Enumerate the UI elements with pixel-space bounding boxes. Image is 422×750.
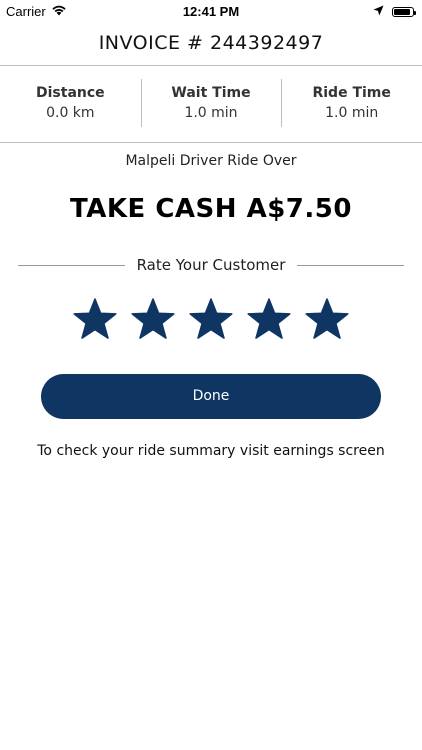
stat-label: Distance xyxy=(36,85,105,101)
stat-value: 1.0 min xyxy=(184,105,238,121)
battery-icon xyxy=(392,6,416,17)
stat-wait-time: Wait Time 1.0 min xyxy=(140,66,282,142)
ride-status-text: Malpeli Driver Ride Over xyxy=(125,153,297,169)
star-icon[interactable] xyxy=(131,297,175,341)
star-icon[interactable] xyxy=(73,297,117,341)
ride-complete-screen: Carrier 12:41 PM INVOICE # 244392497 Dis… xyxy=(0,0,422,750)
status-time: 12:41 PM xyxy=(182,4,240,19)
status-bar: Carrier 12:41 PM xyxy=(0,0,422,22)
status-right xyxy=(373,4,416,19)
stat-label: Ride Time xyxy=(312,85,391,101)
rate-customer-header: Rate Your Customer xyxy=(18,254,405,276)
ride-stats: Distance 0.0 km Wait Time 1.0 min Ride T… xyxy=(0,66,422,142)
stat-ride-time: Ride Time 1.0 min xyxy=(281,66,422,142)
stat-value: 0.0 km xyxy=(46,105,95,121)
location-arrow-icon xyxy=(373,4,384,19)
battery-level xyxy=(394,8,411,15)
star-icon[interactable] xyxy=(247,297,291,341)
stat-value: 1.0 min xyxy=(325,105,379,121)
ride-summary-hint: To check your ride summary visit earning… xyxy=(37,443,385,459)
rate-divider-right xyxy=(297,264,405,266)
done-button[interactable]: Done xyxy=(41,374,381,419)
rate-customer-label: Rate Your Customer xyxy=(136,256,286,274)
stat-label: Wait Time xyxy=(171,85,251,101)
star-icon[interactable] xyxy=(305,297,349,341)
star-rating xyxy=(0,297,422,341)
star-icon[interactable] xyxy=(189,297,233,341)
cash-amount: TAKE CASH A$7.50 xyxy=(70,194,352,224)
rate-divider-left xyxy=(18,264,125,266)
stat-distance: Distance 0.0 km xyxy=(0,66,141,142)
invoice-title: INVOICE # 244392497 xyxy=(98,32,324,54)
stats-divider xyxy=(0,142,422,143)
